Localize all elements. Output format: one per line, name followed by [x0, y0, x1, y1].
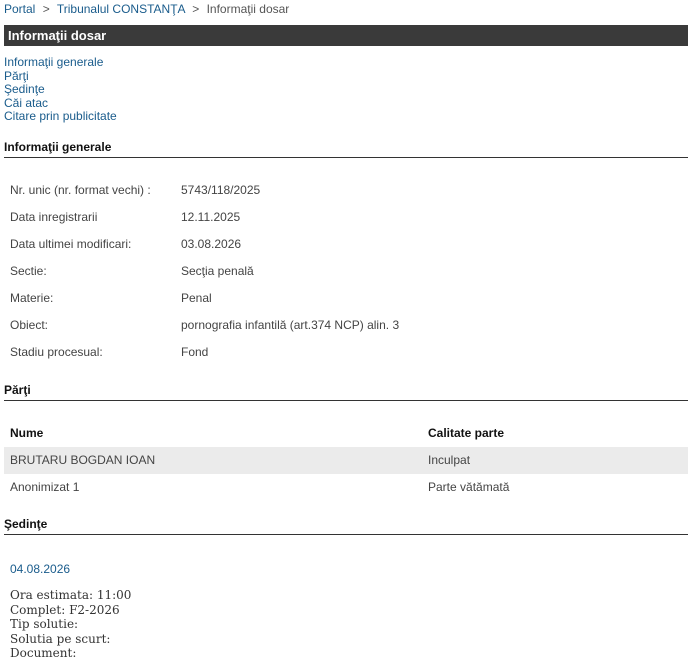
column-header-role: Calitate parte — [428, 426, 505, 440]
hearing-date: 04.08.2026 — [10, 562, 71, 576]
section-navigation: Informaţii generale Părţi Şedinţe Căi at… — [4, 55, 117, 124]
page-title-bar: Informaţii dosar — [4, 25, 688, 46]
general-info-table: Nr. unic (nr. format vechi) : 5743/118/2… — [10, 183, 399, 372]
info-label: Nr. unic (nr. format vechi) : — [10, 183, 151, 197]
toc-link-parti[interactable]: Părţi — [4, 69, 117, 84]
section-heading-general: Informaţii generale — [4, 140, 688, 158]
section-heading-parti: Părţi — [4, 383, 688, 401]
info-row-nr-unic: Nr. unic (nr. format vechi) : 5743/118/2… — [10, 183, 399, 210]
toc-link-citare-publicitate[interactable]: Citare prin publicitate — [4, 109, 117, 124]
breadcrumb-portal-link[interactable]: Portal — [4, 2, 35, 16]
info-row-obiect: Obiect: pornografia infantilă (art.374 N… — [10, 318, 399, 345]
toc-link-sedinte[interactable]: Şedinţe — [4, 82, 117, 97]
info-value: 12.11.2025 — [181, 210, 241, 224]
info-row-stadiu: Stadiu procesual: Fond — [10, 345, 399, 372]
hearing-detail-tip-solutie: Tip solutie: — [10, 617, 79, 631]
hearing-details: Ora estimata: 11:00 Complet: F2-2026 Tip… — [10, 588, 131, 661]
party-role: Inculpat — [428, 453, 471, 467]
info-row-sectie: Sectie: Secţia penală — [10, 264, 399, 291]
hearing-detail-solutia: Solutia pe scurt: — [10, 631, 111, 646]
hearing-detail-document: Document: — [10, 646, 77, 660]
party-name: Anonimizat 1 — [10, 480, 80, 494]
section-heading-sedinte: Şedinţe — [4, 517, 688, 535]
info-value: 03.08.2026 — [181, 237, 242, 251]
toc-link-informatii-generale[interactable]: Informaţii generale — [4, 55, 117, 70]
info-value: pornografia infantilă (art.374 NCP) alin… — [181, 318, 400, 332]
info-value: Penal — [181, 291, 212, 305]
breadcrumb-court-link[interactable]: Tribunalul CONSTANŢA — [57, 2, 185, 16]
toc-link-cai-atac[interactable]: Căi atac — [4, 96, 117, 111]
column-header-name: Nume — [10, 426, 44, 440]
breadcrumb: Portal > Tribunalul CONSTANŢA > Informaţ… — [4, 2, 289, 16]
info-row-data-inregistrarii: Data inregistrarii 12.11.2025 — [10, 210, 399, 237]
breadcrumb-separator: > — [192, 2, 200, 16]
info-label: Materie: — [10, 291, 54, 305]
info-label: Stadiu procesual: — [10, 345, 103, 359]
breadcrumb-separator: > — [42, 2, 50, 16]
info-value: 5743/118/2025 — [181, 183, 261, 197]
info-label: Sectie: — [10, 264, 47, 278]
hearing-detail-complet: Complet: F2-2026 — [10, 602, 120, 617]
parti-table-header: Nume Calitate parte — [4, 422, 688, 446]
table-row: BRUTARU BOGDAN IOAN Inculpat — [4, 447, 688, 474]
breadcrumb-current: Informaţii dosar — [206, 2, 290, 16]
party-name: BRUTARU BOGDAN IOAN — [10, 453, 156, 467]
hearing-detail-ora: Ora estimata: 11:00 — [10, 588, 132, 602]
info-row-materie: Materie: Penal — [10, 291, 399, 318]
party-role: Parte vătămată — [428, 480, 510, 494]
info-label: Obiect: — [10, 318, 49, 332]
info-label: Data inregistrarii — [10, 210, 98, 224]
info-row-data-modificari: Data ultimei modificari: 03.08.2026 — [10, 237, 399, 264]
info-label: Data ultimei modificari: — [10, 237, 132, 251]
table-row: Anonimizat 1 Parte vătămată — [4, 474, 688, 501]
info-value: Fond — [181, 345, 209, 359]
info-value: Secţia penală — [181, 264, 254, 278]
